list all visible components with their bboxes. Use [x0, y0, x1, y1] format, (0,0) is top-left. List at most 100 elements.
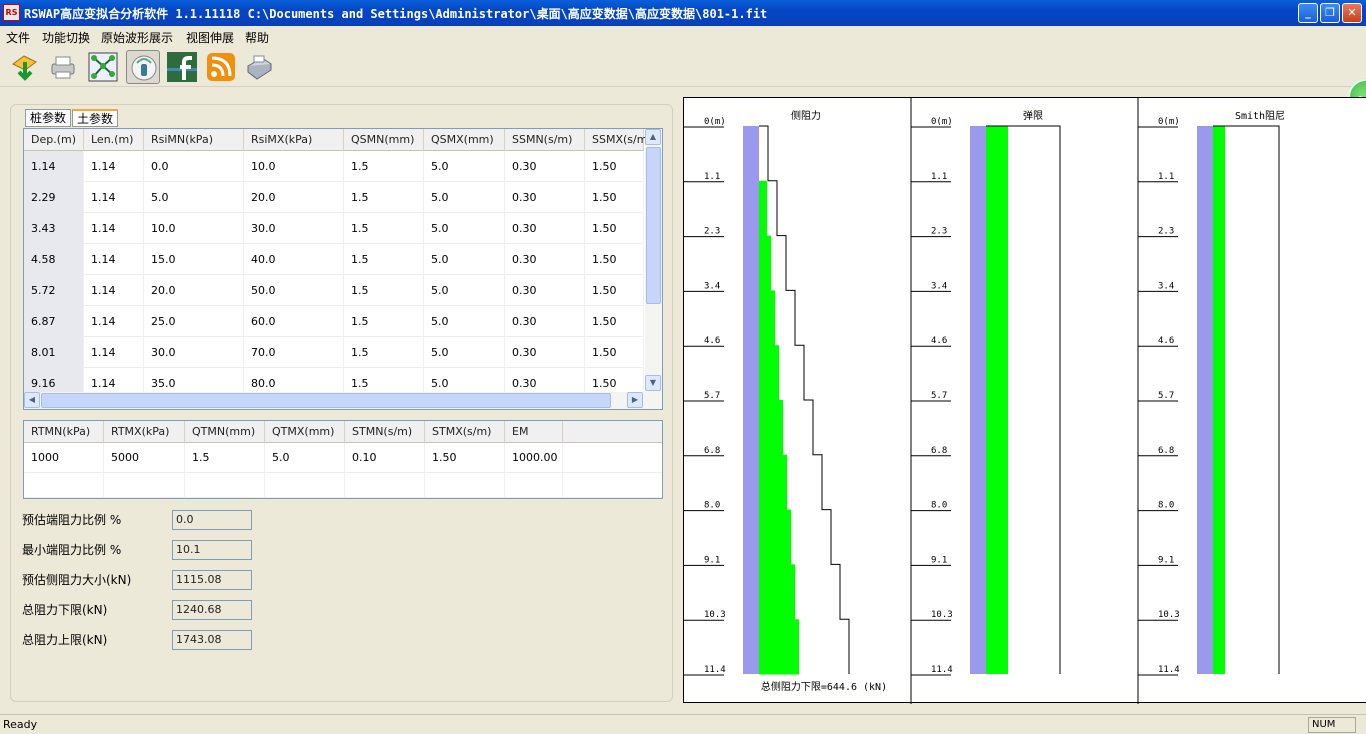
table-row[interactable]: 6.87 1.14 25.0 60.0 1.5 5.0 0.30 1.50 [24, 306, 644, 337]
column-header[interactable]: QTMN(mm) [185, 421, 265, 443]
vertical-scrollbar[interactable]: ▲ ▼ [645, 129, 662, 393]
table-cell[interactable]: 15.0 [144, 244, 244, 275]
table-cell[interactable]: 1.5 [185, 443, 265, 473]
min-toe-ratio-field[interactable]: 10.1 [172, 540, 252, 560]
table-cell[interactable]: 60.0 [244, 306, 344, 337]
table-row[interactable]: 1000 5000 1.5 5.0 0.10 1.50 1000.00 [24, 443, 662, 473]
table-cell[interactable]: 1.50 [585, 337, 644, 368]
table-cell[interactable] [24, 473, 104, 498]
table-row[interactable]: 5.72 1.14 20.0 50.0 1.5 5.0 0.30 1.50 [24, 275, 644, 306]
table-cell[interactable]: 20.0 [144, 275, 244, 306]
open-file-button[interactable] [8, 50, 42, 84]
minimize-button[interactable]: _ [1298, 3, 1318, 23]
table-cell[interactable]: 0.30 [505, 213, 585, 244]
table-cell[interactable]: 5.0 [424, 275, 505, 306]
table-cell[interactable] [265, 473, 345, 498]
scroll-thumb[interactable] [646, 147, 661, 304]
scroll-left-icon[interactable]: ◀ [24, 392, 40, 408]
table-row[interactable]: 3.43 1.14 10.0 30.0 1.5 5.0 0.30 1.50 [24, 213, 644, 244]
table-cell[interactable]: 1.5 [344, 337, 424, 368]
printer-button[interactable] [242, 50, 276, 84]
table-cell[interactable]: 30.0 [144, 337, 244, 368]
table-cell[interactable]: 5.0 [424, 244, 505, 275]
scroll-right-icon[interactable]: ▶ [627, 392, 643, 408]
table-cell[interactable]: 2.29 [24, 182, 84, 213]
signal-device-button[interactable] [126, 50, 160, 84]
table-cell[interactable]: 10.0 [144, 213, 244, 244]
table-cell[interactable] [425, 473, 505, 498]
column-header[interactable]: RTMN(kPa) [24, 421, 104, 443]
close-button[interactable]: ✕ [1342, 3, 1362, 23]
tab-soil-params[interactable]: 土参数 [72, 109, 119, 127]
table-cell[interactable]: 25.0 [144, 306, 244, 337]
table-cell[interactable]: 1.50 [585, 182, 644, 213]
estimated-toe-ratio-field[interactable]: 0.0 [172, 510, 252, 530]
restore-button[interactable]: ❐ [1320, 3, 1340, 23]
table-cell[interactable]: 40.0 [244, 244, 344, 275]
table-row[interactable]: 1.14 1.14 0.0 10.0 1.5 5.0 0.30 1.50 [24, 151, 644, 182]
table-cell[interactable]: 1.50 [585, 213, 644, 244]
table-cell[interactable]: 1.5 [344, 213, 424, 244]
tab-pile-params[interactable]: 桩参数 [25, 109, 72, 127]
table-cell[interactable]: 1.14 [84, 151, 144, 182]
table-cell[interactable]: 1.5 [344, 275, 424, 306]
table-cell[interactable] [185, 473, 265, 498]
column-header[interactable]: STMN(s/m) [345, 421, 425, 443]
table-cell[interactable]: 1.5 [344, 244, 424, 275]
table-cell[interactable]: 4.58 [24, 244, 84, 275]
table-cell[interactable]: 5.0 [424, 306, 505, 337]
table-cell[interactable]: 1.14 [84, 275, 144, 306]
table-cell[interactable]: 50.0 [244, 275, 344, 306]
print-preview-button[interactable] [46, 50, 80, 84]
table-cell[interactable]: 3.43 [24, 213, 84, 244]
table-cell[interactable]: 1.14 [84, 244, 144, 275]
table-cell[interactable]: 0.10 [345, 443, 425, 473]
horizontal-scrollbar[interactable]: ◀ ▶ [24, 392, 662, 409]
table-cell[interactable]: 5.0 [144, 182, 244, 213]
table-cell[interactable]: 1.5 [344, 306, 424, 337]
table-cell[interactable]: 5.72 [24, 275, 84, 306]
table-cell[interactable]: 0.0 [144, 151, 244, 182]
scroll-thumb[interactable] [41, 393, 611, 408]
column-header[interactable]: EM [505, 421, 563, 443]
table-row[interactable]: 4.58 1.14 15.0 40.0 1.5 5.0 0.30 1.50 [24, 244, 644, 275]
table-cell[interactable] [104, 473, 185, 498]
table-cell[interactable]: 5.0 [424, 213, 505, 244]
scroll-up-icon[interactable]: ▲ [645, 129, 661, 145]
table-cell[interactable]: 6.87 [24, 306, 84, 337]
menu-help[interactable]: 帮助 [245, 29, 269, 46]
table-cell[interactable]: 0.30 [505, 337, 585, 368]
table-cell[interactable]: 1.14 [84, 213, 144, 244]
table-cell[interactable]: 1000.00 [505, 443, 563, 473]
column-header[interactable]: STMX(s/m) [425, 421, 505, 443]
column-header[interactable]: RsiMX(kPa) [244, 129, 344, 151]
table-row[interactable]: 8.01 1.14 30.0 70.0 1.5 5.0 0.30 1.50 [24, 337, 644, 368]
table-cell[interactable]: 1.5 [344, 151, 424, 182]
table-cell[interactable]: 70.0 [244, 337, 344, 368]
rss-button[interactable] [204, 50, 238, 84]
scroll-down-icon[interactable]: ▼ [645, 375, 661, 391]
table-cell[interactable]: 0.30 [505, 182, 585, 213]
menu-file[interactable]: 文件 [6, 29, 30, 46]
table-cell[interactable]: 20.0 [244, 182, 344, 213]
table-cell[interactable] [505, 473, 563, 498]
table-cell[interactable]: 10.0 [244, 151, 344, 182]
menu-raw-waveform[interactable]: 原始波形展示 [101, 29, 173, 46]
table-cell[interactable]: 5.0 [424, 182, 505, 213]
network-button[interactable] [86, 50, 120, 84]
column-header[interactable]: RTMX(kPa) [104, 421, 185, 443]
table-cell[interactable]: 1.50 [585, 306, 644, 337]
table-cell[interactable]: 1000 [24, 443, 104, 473]
table-cell[interactable] [345, 473, 425, 498]
table-cell[interactable]: 1.50 [585, 275, 644, 306]
table-cell[interactable]: 5.0 [424, 151, 505, 182]
facebook-button[interactable] [165, 50, 199, 84]
column-header[interactable]: SSMX(s/m) [585, 129, 652, 151]
menu-view-stretch[interactable]: 视图伸展 [186, 29, 234, 46]
table-cell[interactable]: 5000 [104, 443, 185, 473]
column-header[interactable]: RsiMN(kPa) [144, 129, 244, 151]
column-header[interactable]: QTMX(mm) [265, 421, 345, 443]
table-cell[interactable]: 30.0 [244, 213, 344, 244]
table-cell[interactable]: 1.14 [84, 182, 144, 213]
column-header[interactable]: SSMN(s/m) [505, 129, 585, 151]
